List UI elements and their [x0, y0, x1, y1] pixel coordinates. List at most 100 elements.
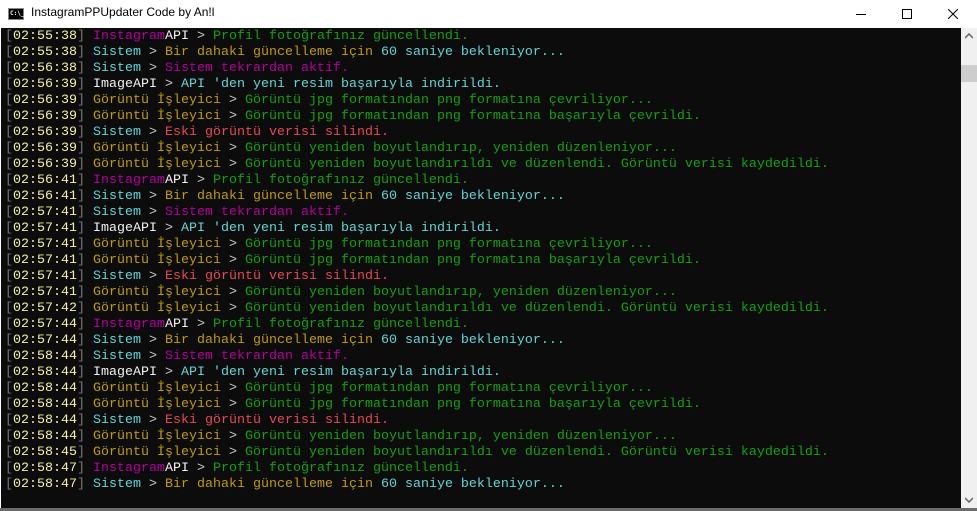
- bracket-open: [: [5, 285, 13, 300]
- log-segment: API: [164, 173, 189, 188]
- log-line: [02:57:44] InstagramAPI > Profil fotoğra…: [5, 317, 829, 333]
- log-timestamp: 02:58:44: [13, 349, 77, 364]
- bracket-open: [: [5, 61, 13, 76]
- log-line: [02:56:39] ImageAPI > API 'den yeni resi…: [5, 77, 829, 93]
- bracket-open: [: [5, 461, 13, 476]
- console-app-icon: C:\_: [8, 8, 24, 20]
- scrollbar-thumb[interactable]: [961, 65, 977, 82]
- log-segment: >: [220, 157, 245, 172]
- bracket-close: ]: [77, 221, 93, 236]
- scroll-up-button[interactable]: [961, 28, 977, 44]
- log-segment: API 'den yeni resim başarıyla indirildi.: [181, 365, 501, 380]
- bracket-open: [: [5, 253, 13, 268]
- bracket-open: [: [5, 397, 13, 412]
- log-segment: Görüntü jpg formatından png formatına çe…: [244, 237, 653, 252]
- bracket-open: [: [5, 317, 13, 332]
- log-segment: Görüntü yeniden boyutlandırıldı ve düzen…: [244, 157, 829, 172]
- bracket-close: ]: [77, 205, 93, 220]
- scroll-down-button[interactable]: [961, 492, 977, 508]
- log-segment: API 'den yeni resim başarıyla indirildi.: [181, 77, 501, 92]
- console-output[interactable]: [02:55:38] InstagramAPI > Profil fotoğra…: [1, 28, 961, 508]
- bracket-open: [: [5, 125, 13, 140]
- log-segment: >: [157, 77, 181, 92]
- chevron-down-icon: [965, 497, 973, 503]
- bracket-open: [: [5, 333, 13, 348]
- log-line: [02:58:44] Görüntü İşleyici > Görüntü jp…: [5, 381, 829, 397]
- bracket-close: ]: [77, 365, 93, 380]
- log-timestamp: 02:58:44: [13, 413, 77, 428]
- bracket-close: ]: [77, 269, 93, 284]
- bracket-close: ]: [77, 285, 93, 300]
- bracket-close: ]: [77, 397, 93, 412]
- maximize-button[interactable]: [884, 0, 930, 28]
- log-segment: Görüntü yeniden boyutlandırıp, yeniden d…: [244, 429, 677, 444]
- log-segment: Görüntü İşleyici: [93, 253, 221, 268]
- log-segment: >: [141, 349, 165, 364]
- log-segment: Eski görüntü verisi silindi.: [165, 269, 389, 284]
- log-segment: >: [141, 61, 165, 76]
- log-segment: >: [141, 125, 165, 140]
- log-segment: Görüntü yeniden boyutlandırıp, yeniden d…: [244, 285, 677, 300]
- log-line: [02:57:42] Görüntü İşleyici > Görüntü ye…: [5, 301, 829, 317]
- log-segment: Sistem: [93, 477, 141, 492]
- bracket-close: ]: [77, 253, 93, 268]
- log-segment: >: [220, 445, 245, 460]
- bracket-open: [: [5, 429, 13, 444]
- log-segment: Görüntü İşleyici: [93, 109, 221, 124]
- bracket-open: [: [5, 189, 13, 204]
- bracket-close: ]: [77, 125, 93, 140]
- bracket-close: ]: [77, 349, 93, 364]
- log-line: [02:57:41] Sistem > Eski görüntü verisi …: [5, 269, 829, 285]
- log-timestamp: 02:58:44: [13, 365, 77, 380]
- log-segment: Bir dahaki güncelleme için: [165, 477, 381, 492]
- bracket-close: ]: [77, 141, 93, 156]
- log-segment: >: [141, 413, 165, 428]
- log-line: [02:56:39] Görüntü İşleyici > Görüntü jp…: [5, 109, 829, 125]
- bracket-open: [: [5, 109, 13, 124]
- bracket-close: ]: [77, 445, 93, 460]
- log-segment: >: [157, 221, 181, 236]
- log-timestamp: 02:57:41: [13, 205, 77, 220]
- bracket-close: ]: [77, 461, 93, 476]
- log-segment: Profil fotoğrafınız güncellendi.: [212, 461, 469, 476]
- bracket-close: ]: [77, 333, 93, 348]
- log-segment: API: [164, 317, 189, 332]
- bracket-open: [: [5, 477, 13, 492]
- bracket-close: ]: [77, 45, 93, 60]
- vertical-scrollbar[interactable]: [961, 28, 977, 508]
- bracket-open: [: [5, 269, 13, 284]
- log-timestamp: 02:57:41: [13, 253, 77, 268]
- close-button[interactable]: [930, 0, 976, 28]
- log-segment: API: [164, 29, 189, 44]
- bracket-open: [: [5, 301, 13, 316]
- log-timestamp: 02:58:44: [13, 429, 77, 444]
- log-segment: Bir dahaki güncelleme için: [165, 189, 381, 204]
- bracket-close: ]: [77, 173, 93, 188]
- log-line: [02:56:39] Görüntü İşleyici > Görüntü ye…: [5, 157, 829, 173]
- log-line: [02:56:39] Sistem > Eski görüntü verisi …: [5, 125, 829, 141]
- log-timestamp: 02:56:41: [13, 173, 77, 188]
- log-segment: Görüntü yeniden boyutlandırıldı ve düzen…: [244, 301, 829, 316]
- log-segment: Görüntü İşleyici: [93, 93, 221, 108]
- log-timestamp: 02:55:38: [13, 45, 77, 60]
- log-line: [02:57:41] ImageAPI > API 'den yeni resi…: [5, 221, 829, 237]
- log-segment: Instagram: [93, 29, 165, 44]
- log-segment: Sistem tekrardan aktif.: [165, 205, 349, 220]
- log-segment: 60 saniye bekleniyor...: [380, 45, 565, 60]
- log-segment: Sistem: [93, 349, 141, 364]
- minimize-button[interactable]: [838, 0, 884, 28]
- log-segment: Görüntü jpg formatından png formatına ba…: [244, 397, 701, 412]
- log-timestamp: 02:55:38: [13, 29, 77, 44]
- close-icon: [948, 9, 958, 19]
- maximize-icon: [902, 9, 912, 19]
- log-timestamp: 02:57:42: [13, 301, 77, 316]
- log-segment: >: [220, 429, 245, 444]
- log-segment: Sistem: [93, 269, 141, 284]
- bracket-close: ]: [77, 301, 93, 316]
- log-line: [02:56:39] Görüntü İşleyici > Görüntü jp…: [5, 93, 829, 109]
- log-timestamp: 02:57:44: [13, 317, 77, 332]
- log-timestamp: 02:56:39: [13, 157, 77, 172]
- log-line: [02:57:41] Sistem > Sistem tekrardan akt…: [5, 205, 829, 221]
- log-segment: Görüntü İşleyici: [93, 397, 221, 412]
- log-segment: Görüntü İşleyici: [93, 445, 221, 460]
